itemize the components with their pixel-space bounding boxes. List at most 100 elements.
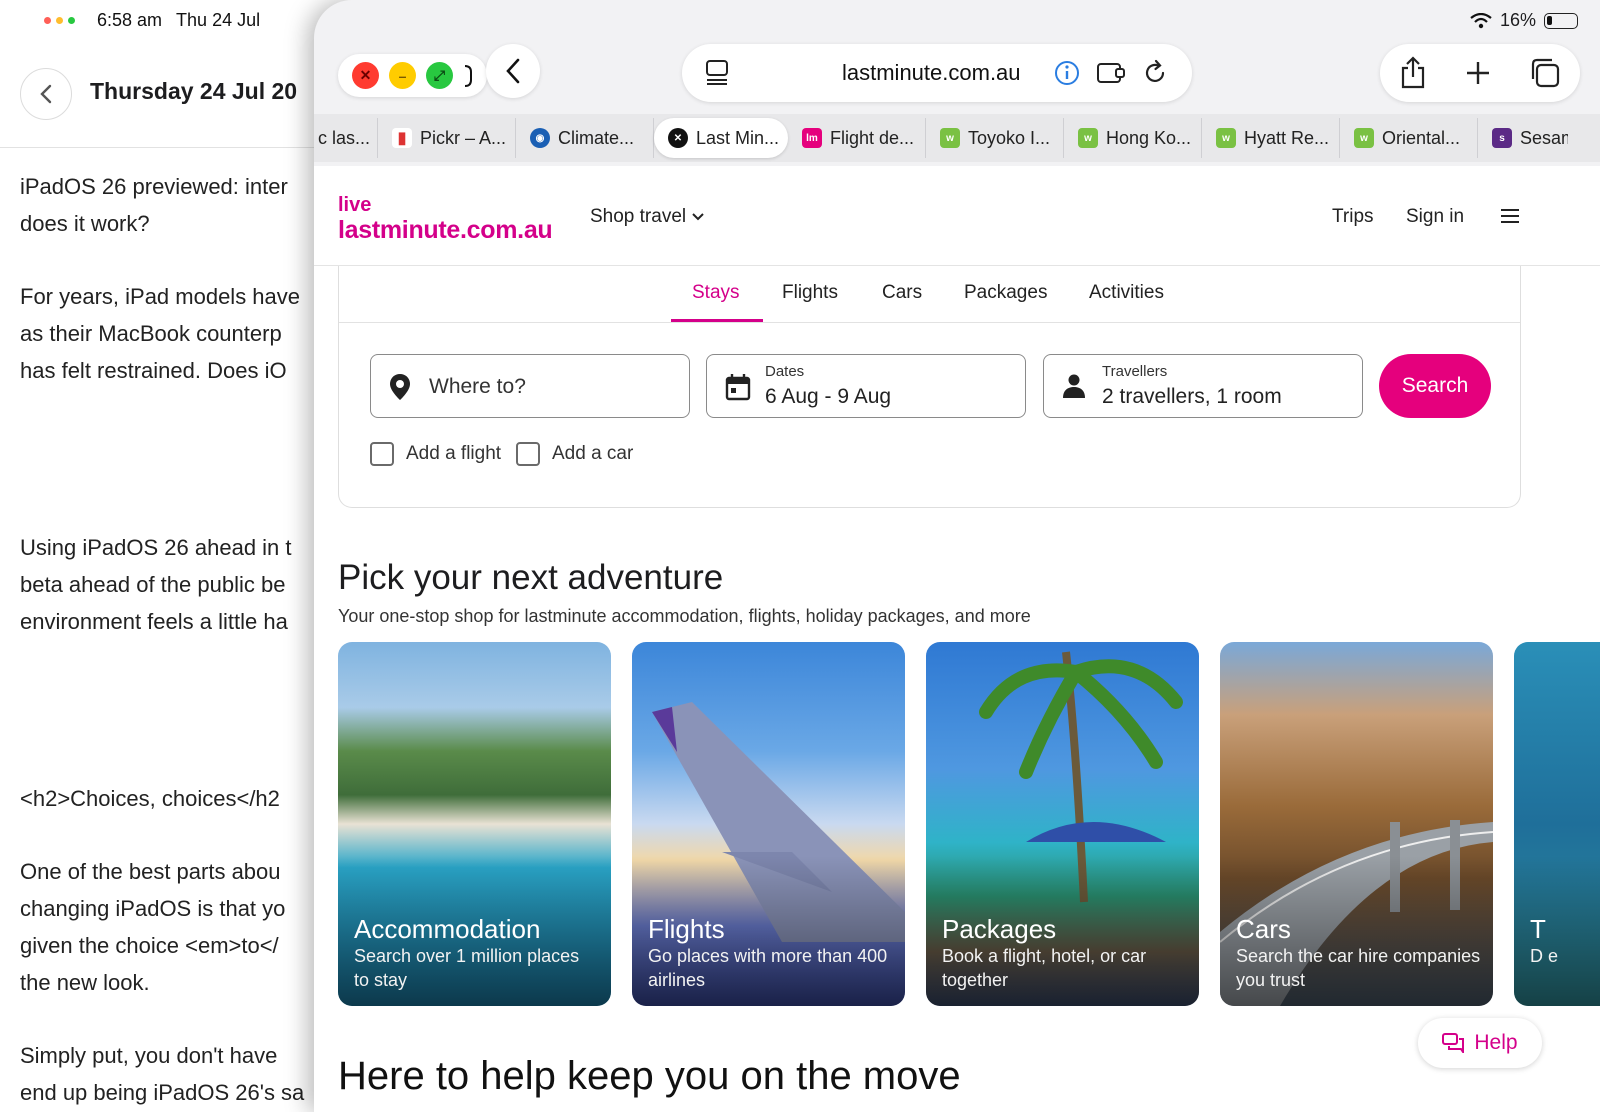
url-text[interactable]: lastminute.com.au [842,60,1021,86]
search-card: Stays Flights Cars Packages Activities W… [338,266,1521,508]
site-header: live lastminute.com.au Shop travel Trips… [314,166,1600,266]
info-icon[interactable] [1054,60,1080,86]
window-controls: ✕ – ⤢ [338,54,487,97]
note-body[interactable]: iPadOS 26 previewed: inter does it work? … [20,168,320,1111]
tab-stays[interactable]: Stays [692,282,740,304]
chevron-left-icon [40,84,52,104]
card-partial[interactable]: T D e [1514,642,1600,1006]
card-cars[interactable]: Cars Search the car hire companies you t… [1220,642,1493,1006]
pickr-favicon-icon: ▮ [392,128,412,148]
note-paragraph: For years, iPad models have as their MacB… [20,284,301,383]
wifi-icon [1470,12,1492,28]
lastminute-favicon-icon: lm [802,128,822,148]
tab-item-active[interactable]: ✕ Last Min... [654,118,788,158]
tabs-icon[interactable] [1529,57,1561,89]
tab-overview-icon[interactable] [704,58,730,86]
chevron-left-icon [506,58,520,84]
extensions-icon[interactable] [1096,60,1126,86]
checkbox-icon[interactable] [370,442,394,466]
card-description: Search the car hire companies you trust [1236,946,1481,990]
wotif-favicon-icon: w [1216,128,1236,148]
card-title: Accommodation [354,914,541,944]
card-title: Packages [942,914,1057,944]
sign-in-link[interactable]: Sign in [1406,206,1464,228]
tab-item[interactable]: lm Flight de... [788,118,926,158]
search-button[interactable]: Search [1379,354,1491,418]
reload-icon[interactable] [1142,59,1168,87]
tab-item[interactable]: s Sesam [1478,118,1568,158]
safari-window: 16% ✕ – ⤢ lastminute.com.au c las... ▮ P… [314,0,1600,1112]
card-description: D e [1530,946,1559,966]
tab-flights[interactable]: Flights [782,282,838,304]
card-accommodation[interactable]: Accommodation Search over 1 million plac… [338,642,611,1006]
address-bar[interactable]: lastminute.com.au [682,44,1192,102]
note-paragraph: iPadOS 26 previewed: inter does it work? [20,174,288,236]
back-button[interactable] [486,44,540,98]
sesame-favicon-icon: s [1492,128,1512,148]
card-description: Book a flight, hotel, or car together [942,946,1147,990]
travellers-field[interactable]: Travellers 2 travellers, 1 room [1043,354,1363,418]
tab-item[interactable]: w Oriental... [1340,118,1478,158]
status-bar-left: 6:58 am Thu 24 Jul [36,10,260,31]
person-icon [1063,374,1085,398]
card-title: T [1530,914,1546,944]
location-pin-icon [390,374,410,400]
tab-activities[interactable]: Activities [1089,282,1164,304]
tab-item[interactable]: ◉ Climate... [516,118,654,158]
tab-packages[interactable]: Packages [964,282,1047,304]
card-flights[interactable]: Flights Go places with more than 400 air… [632,642,905,1006]
card-packages[interactable]: Packages Book a flight, hotel, or car to… [926,642,1199,1006]
shop-travel-menu[interactable]: Shop travel [590,206,704,228]
status-date: Thu 24 Jul [176,10,261,30]
note-paragraph: One of the best parts abou changing iPadO… [20,859,286,995]
tab-item[interactable]: c las... [314,118,378,158]
tab-item[interactable]: ▮ Pickr – A... [378,118,516,158]
window-bracket-icon [464,64,472,87]
chevron-down-icon [692,213,704,221]
multitasking-dots[interactable] [36,11,83,30]
calendar-icon [725,374,751,401]
help-button[interactable]: Help [1418,1018,1542,1068]
wotif-favicon-icon: w [940,128,960,148]
destination-field[interactable]: Where to? [370,354,690,418]
share-icon[interactable] [1399,56,1427,90]
tab-item[interactable]: w Toyoko I... [926,118,1064,158]
tab-item[interactable]: w Hyatt Re... [1202,118,1340,158]
section-title: Pick your next adventure [338,558,724,597]
add-flight-checkbox[interactable]: Add a flight [370,442,501,466]
tab-item[interactable]: w Hong Ko... [1064,118,1202,158]
note-paragraph: Using iPadOS 26 ahead in t beta ahead of … [20,535,292,634]
chat-icon [1442,1033,1465,1053]
noaa-favicon-icon: ◉ [530,128,550,148]
travellers-label: Travellers [1102,363,1168,380]
add-car-checkbox[interactable]: Add a car [516,442,633,466]
note-title: Thursday 24 Jul 20 [90,78,298,104]
minimize-window-button[interactable]: – [389,62,416,89]
fullscreen-window-button[interactable]: ⤢ [426,62,453,89]
site-logo[interactable]: lastminute.com.au [338,216,553,245]
status-bar-right: 16% [1470,10,1578,31]
web-page: live lastminute.com.au Shop travel Trips… [314,166,1600,1112]
dates-field[interactable]: Dates 6 Aug - 9 Aug [706,354,1026,418]
toolbar-right [1380,44,1580,102]
menu-icon[interactable] [1500,208,1520,224]
search-category-tabs: Stays Flights Cars Packages Activities [339,266,1520,323]
notes-back-button[interactable] [20,68,72,120]
battery-percent: 16% [1499,10,1536,30]
trips-link[interactable]: Trips [1332,206,1374,228]
battery-icon [1544,12,1578,29]
close-window-button[interactable]: ✕ [352,62,379,89]
note-paragraph: Simply put, you don't have end up being i… [20,1043,305,1105]
note-paragraph: <h2>Choices, choices</h2 [20,786,280,811]
card-description: Go places with more than 400 airlines [648,946,888,990]
logo-live[interactable]: live [338,194,371,217]
card-description: Search over 1 million places to stay [354,946,580,990]
travellers-value: 2 travellers, 1 room [1102,385,1282,408]
close-tab-icon[interactable]: ✕ [668,128,688,148]
tab-bar: c las... ▮ Pickr – A... ◉ Climate... ✕ L… [314,114,1600,162]
wotif-favicon-icon: w [1078,128,1098,148]
new-tab-icon[interactable] [1465,60,1491,86]
checkbox-icon[interactable] [516,442,540,466]
section-heading-bottom: Here to help keep you on the move [338,1054,961,1098]
tab-cars[interactable]: Cars [882,282,922,304]
